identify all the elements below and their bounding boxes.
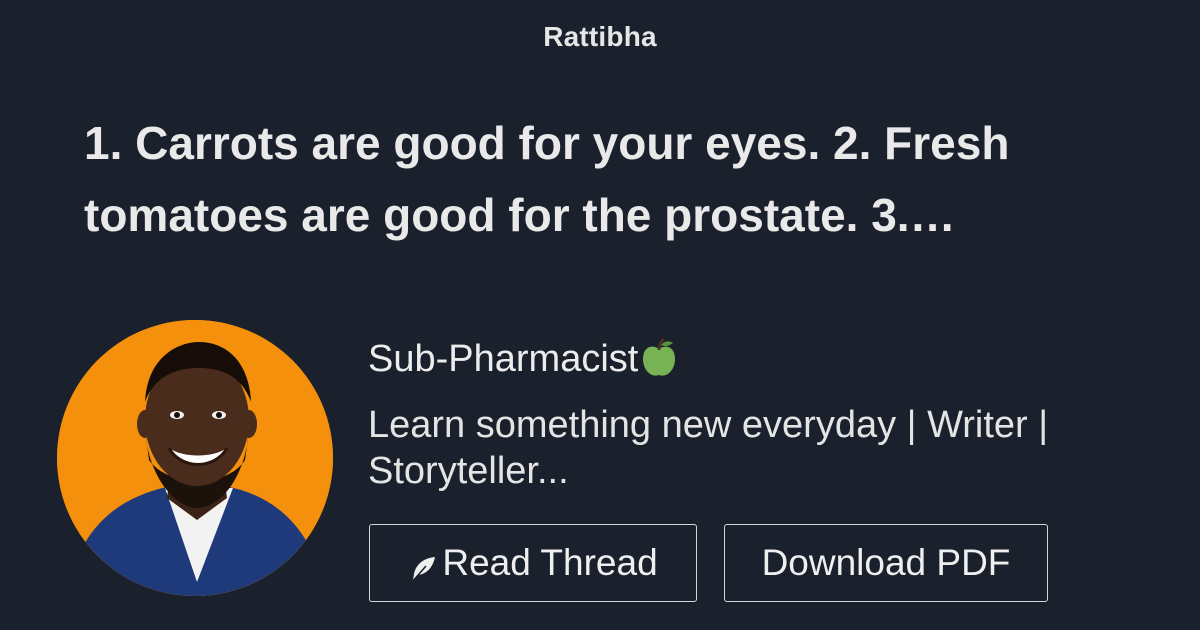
green-apple-icon (640, 337, 678, 379)
thread-headline: 1. Carrots are good for your eyes. 2. Fr… (84, 117, 1010, 241)
avatar-image (57, 320, 333, 596)
download-pdf-label: Download PDF (761, 542, 1011, 583)
avatar (57, 320, 333, 596)
feather-icon (408, 551, 438, 583)
author-line: Sub-Pharmacist (368, 336, 678, 382)
download-pdf-button[interactable]: Download PDF (724, 524, 1048, 602)
read-thread-label: Read Thread (442, 542, 658, 583)
author-bio: Learn something new everyday | Writer | … (368, 404, 1049, 492)
author-name[interactable]: Sub-Pharmacist (368, 338, 638, 380)
read-thread-button[interactable]: Read Thread (369, 524, 697, 602)
rattibha-thread-card: Rattibha 1. Carrots are good for your ey… (0, 0, 1200, 630)
brand-name[interactable]: Rattibha (0, 21, 1200, 53)
